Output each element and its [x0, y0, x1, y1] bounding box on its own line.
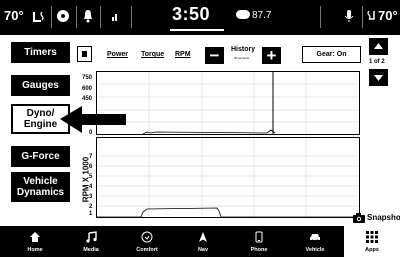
- nav-item-phone[interactable]: Phone: [231, 226, 287, 257]
- signal-icon: [111, 9, 121, 27]
- power-tick-600: 600: [82, 86, 93, 92]
- driver-temperature[interactable]: 70°: [4, 8, 24, 23]
- history-decrease-button[interactable]: −: [205, 47, 224, 64]
- callout-arrow-icon: [60, 106, 126, 133]
- sidebar-item-vehicle-dynamics[interactable]: Vehicle Dynamics: [11, 172, 70, 202]
- rpm-tick-2: 2: [89, 204, 93, 210]
- power-tick-450: 450: [82, 96, 93, 102]
- nav-item-comfort[interactable]: Comfort: [119, 226, 175, 257]
- snapshot-label: Snapshot: [367, 213, 400, 222]
- phone-icon: [255, 231, 263, 243]
- radio-station[interactable]: 87.7: [236, 10, 271, 21]
- sidebar-item-timers[interactable]: Timers: [11, 42, 70, 63]
- tab-torque[interactable]: Torque: [141, 51, 164, 58]
- home-icon: [30, 232, 40, 242]
- sidebar-item-g-force[interactable]: G-Force: [11, 146, 70, 167]
- rpm-chart: [96, 137, 360, 218]
- gear-toggle-button[interactable]: Gear: On: [302, 46, 361, 63]
- stop-icon: [82, 51, 87, 57]
- sidebar-item-gauges[interactable]: Gauges: [11, 75, 70, 96]
- rpm-tick-4: 4: [89, 184, 93, 190]
- rpm-tick-5: 5: [89, 174, 93, 180]
- radio-frequency: 87.7: [252, 10, 272, 21]
- snapshot-button[interactable]: Snapshot: [353, 212, 400, 224]
- history-duration: 30 seconds: [234, 56, 250, 60]
- clock: 3:50: [172, 4, 211, 24]
- performance-pages-panel: Timers Gauges Dyno/ Engine G-Force Vehic…: [0, 35, 400, 226]
- power-tick-750: 750: [82, 75, 93, 81]
- power-chart: [96, 71, 360, 135]
- nav-item-home[interactable]: Home: [7, 226, 63, 257]
- passenger-seat-heat-icon[interactable]: [366, 9, 376, 28]
- passenger-temperature[interactable]: 70°: [378, 8, 398, 23]
- apps-icon: [366, 231, 378, 243]
- comfort-icon: [141, 231, 153, 243]
- nav-item-nav[interactable]: Nav: [175, 226, 231, 257]
- stop-button[interactable]: [77, 46, 92, 62]
- bottom-nav-bar: Home Media Comfort Nav Phone Vehicle App…: [0, 226, 400, 257]
- rpm-tick-7: 7: [89, 154, 93, 160]
- rpm-tick-1: 1: [89, 211, 93, 217]
- radio-band-icon: [236, 10, 250, 19]
- tab-rpm[interactable]: RPM: [175, 51, 191, 58]
- music-icon: [86, 231, 97, 243]
- arrow-up-icon: [374, 43, 383, 49]
- status-bar: 70° 3:50 87.7 70°: [0, 0, 400, 35]
- microphone-icon[interactable]: [344, 9, 354, 28]
- page-indicator: 1 of 2: [369, 59, 385, 65]
- rpm-tick-3: 3: [89, 194, 93, 200]
- notification-icon[interactable]: [83, 9, 93, 28]
- vehicle-icon: [310, 234, 320, 242]
- seat-heat-icon[interactable]: [31, 9, 47, 30]
- nav-item-vehicle[interactable]: Vehicle: [287, 226, 343, 257]
- history-label: History: [231, 46, 256, 53]
- page-up-button[interactable]: [369, 38, 388, 55]
- navigation-icon: [199, 232, 207, 242]
- page-down-button[interactable]: [369, 69, 388, 86]
- rpm-tick-6: 6: [89, 164, 93, 170]
- history-increase-button[interactable]: +: [262, 47, 281, 64]
- steering-wheel-icon[interactable]: [56, 9, 70, 28]
- nav-item-apps[interactable]: Apps: [344, 226, 400, 257]
- arrow-down-icon: [374, 75, 383, 81]
- camera-icon: [353, 213, 365, 223]
- nav-item-media[interactable]: Media: [63, 226, 119, 257]
- tab-power[interactable]: Power: [107, 51, 128, 58]
